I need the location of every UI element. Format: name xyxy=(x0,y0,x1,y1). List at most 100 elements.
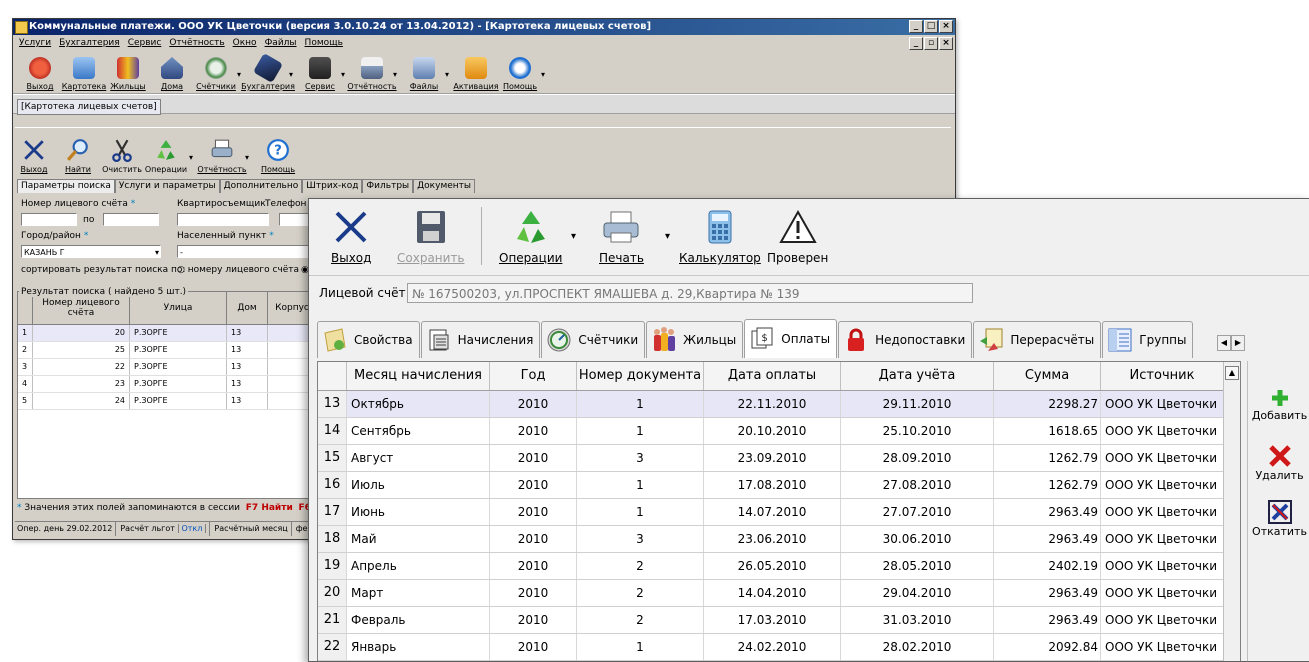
menu-files[interactable]: Файлы xyxy=(265,38,297,48)
toolbar-service-button[interactable]: Сервис xyxy=(299,57,341,93)
toolbar-reports-button[interactable]: Отчётность xyxy=(347,57,397,93)
card-exit-button[interactable]: Выход xyxy=(15,138,53,176)
tab-barcode[interactable]: Штрих-код xyxy=(302,179,363,193)
maximize-button[interactable]: □ xyxy=(924,20,938,33)
tab-services-params[interactable]: Услуги и параметры xyxy=(114,179,220,193)
col-year[interactable]: Год xyxy=(490,362,577,390)
tenant-field[interactable] xyxy=(177,213,269,226)
table-row[interactable]: 4 23 Р.ЗОРГЕ 13 xyxy=(18,376,318,393)
grid-scrollbar[interactable]: ▲ xyxy=(1223,362,1240,661)
col-doc-number[interactable]: Номер документа xyxy=(577,362,704,390)
menu-reports[interactable]: Отчётность xyxy=(169,38,224,48)
table-row[interactable]: 2 25 Р.ЗОРГЕ 13 xyxy=(18,342,318,359)
close-button[interactable]: × xyxy=(939,20,953,33)
tab-scroll-right-icon[interactable]: ▶ xyxy=(1231,335,1245,351)
rollback-button[interactable]: Откатить xyxy=(1248,499,1309,538)
dropdown-arrow-icon[interactable]: ▾ xyxy=(341,70,349,79)
tab-payments[interactable]: $ Оплаты xyxy=(744,319,838,358)
toolbar-activation-button[interactable]: Активация xyxy=(453,57,499,93)
tab-documents[interactable]: Документы xyxy=(413,179,475,193)
card-help-button[interactable]: ? Помощь xyxy=(259,138,297,176)
sort-radio-account[interactable]: ○ номеру лицевого счёта xyxy=(177,265,299,275)
delete-button[interactable]: Удалить xyxy=(1248,443,1309,482)
dropdown-arrow-icon[interactable]: ▾ xyxy=(245,153,253,162)
table-row[interactable]: 13 Октябрь 2010 1 22.11.2010 29.11.2010 … xyxy=(318,391,1224,418)
menu-help[interactable]: Помощь xyxy=(305,38,343,48)
tab-undersupply[interactable]: Недопоставки xyxy=(838,321,973,358)
save-button[interactable]: Сохранить xyxy=(397,209,465,265)
card-clear-button[interactable]: Очистить xyxy=(102,138,142,176)
dropdown-arrow-icon[interactable]: ▾ xyxy=(189,153,197,162)
dropdown-arrow-icon[interactable]: ▾ xyxy=(665,231,670,242)
toolbar-accounting-button[interactable]: Бухгалтерия xyxy=(241,52,295,93)
table-row[interactable]: 16 Июль 2010 1 17.08.2010 27.08.2010 126… xyxy=(318,472,1224,499)
print-button[interactable]: Печать xyxy=(599,209,644,265)
toolbar-houses-button[interactable]: Дома xyxy=(151,57,193,93)
menu-window[interactable]: Окно xyxy=(233,38,257,48)
tab-search-params[interactable]: Параметры поиска xyxy=(17,179,115,193)
operations-button[interactable]: Операции xyxy=(499,209,562,265)
table-row[interactable]: 15 Август 2010 3 23.09.2010 28.09.2010 1… xyxy=(318,445,1224,472)
tab-groups[interactable]: Группы xyxy=(1102,321,1194,358)
account-value-field[interactable]: № 167500203, ул.ПРОСПЕКТ ЯМАШЕВА д. 29,К… xyxy=(407,283,973,303)
tab-filters[interactable]: Фильтры xyxy=(362,179,414,193)
toolbar-residents-button[interactable]: Жильцы xyxy=(107,57,149,93)
tab-charges[interactable]: Начисления xyxy=(420,321,541,358)
col-payment-date[interactable]: Дата оплаты xyxy=(704,362,841,390)
city-select[interactable]: КАЗАНЬ Г ▾ xyxy=(21,245,161,258)
card-operations-button[interactable]: Операции xyxy=(145,138,187,176)
add-button[interactable]: Добавить xyxy=(1248,387,1309,422)
tab-residents[interactable]: Жильцы xyxy=(646,321,744,358)
mdi-restore-button[interactable]: ▫ xyxy=(924,37,938,50)
mdi-minimize-button[interactable]: _ xyxy=(909,37,923,50)
table-row[interactable]: 5 24 Р.ЗОРГЕ 13 xyxy=(18,393,318,410)
exit-button[interactable]: Выход xyxy=(331,209,371,265)
tab-recalculations[interactable]: Перерасчёты xyxy=(973,321,1102,358)
toolbar-exit-button[interactable]: Выход xyxy=(19,57,61,93)
table-row[interactable]: 17 Июнь 2010 1 14.07.2010 27.07.2010 296… xyxy=(318,499,1224,526)
minimize-button[interactable]: _ xyxy=(909,20,923,33)
toolbar-meters-button[interactable]: Счётчики xyxy=(195,57,237,93)
col-booking-date[interactable]: Дата учёта xyxy=(841,362,994,390)
toolbar-help-button[interactable]: Помощь xyxy=(499,57,541,93)
card-find-button[interactable]: Найти xyxy=(59,138,97,176)
table-row[interactable]: 18 Май 2010 3 23.06.2010 30.06.2010 2963… xyxy=(318,526,1224,553)
tab-scroll-left-icon[interactable]: ◀ xyxy=(1217,335,1231,351)
toolbar-files-button[interactable]: Файлы xyxy=(403,57,445,93)
card-reports-button[interactable]: Отчётность xyxy=(197,138,247,176)
row-house: 13 xyxy=(227,393,268,409)
mdi-close-button[interactable]: × xyxy=(939,37,953,50)
table-row[interactable]: 20 Март 2010 2 14.04.2010 29.04.2010 296… xyxy=(318,580,1224,607)
verified-button[interactable]: Проверен xyxy=(767,209,828,265)
calculator-button[interactable]: Калькулятор xyxy=(679,209,761,265)
table-row[interactable]: 19 Апрель 2010 2 26.05.2010 28.05.2010 2… xyxy=(318,553,1224,580)
col-source[interactable]: Источник xyxy=(1101,362,1224,390)
dropdown-arrow-icon[interactable]: ▾ xyxy=(393,70,401,79)
toolbar-card-file-button[interactable]: Картотека xyxy=(62,57,106,93)
document-tab[interactable]: [Картотека лицевых счетов] xyxy=(17,99,161,115)
menu-service[interactable]: Сервис xyxy=(128,38,162,48)
table-row[interactable]: 22 Январь 2010 1 24.02.2010 28.02.2010 2… xyxy=(318,634,1224,661)
table-row[interactable]: 1 20 Р.ЗОРГЕ 13 xyxy=(18,325,318,342)
tab-meters[interactable]: Счётчики xyxy=(541,321,646,358)
col-month[interactable]: Месяц начисления xyxy=(347,362,490,390)
table-row[interactable]: 3 22 Р.ЗОРГЕ 13 xyxy=(18,359,318,376)
col-sum[interactable]: Сумма xyxy=(994,362,1101,390)
dropdown-arrow-icon[interactable]: ▾ xyxy=(289,70,297,79)
title-bar[interactable]: Коммунальные платежи. ООО УК Цветочки (в… xyxy=(13,19,955,35)
tab-additional[interactable]: Дополнительно xyxy=(219,179,303,193)
menu-accounting[interactable]: Бухгалтерия xyxy=(59,38,120,48)
table-row[interactable]: 14 Сентябрь 2010 1 20.10.2010 25.10.2010… xyxy=(318,418,1224,445)
hotkey-find[interactable]: F7 Найти xyxy=(246,503,293,513)
tab-properties[interactable]: Свойства xyxy=(317,321,420,358)
account-to-field[interactable] xyxy=(103,213,159,226)
dropdown-arrow-icon[interactable]: ▾ xyxy=(541,70,549,79)
dropdown-arrow-icon[interactable]: ▾ xyxy=(571,231,576,242)
table-row[interactable]: 21 Февраль 2010 2 17.03.2010 31.03.2010 … xyxy=(318,607,1224,634)
results-col-house[interactable]: Дом xyxy=(227,292,268,324)
scroll-up-icon[interactable]: ▲ xyxy=(1225,366,1239,380)
dropdown-arrow-icon[interactable]: ▾ xyxy=(237,70,245,79)
account-from-field[interactable] xyxy=(21,213,77,226)
menu-services[interactable]: Услуги xyxy=(19,38,51,48)
dropdown-arrow-icon[interactable]: ▾ xyxy=(445,70,453,79)
